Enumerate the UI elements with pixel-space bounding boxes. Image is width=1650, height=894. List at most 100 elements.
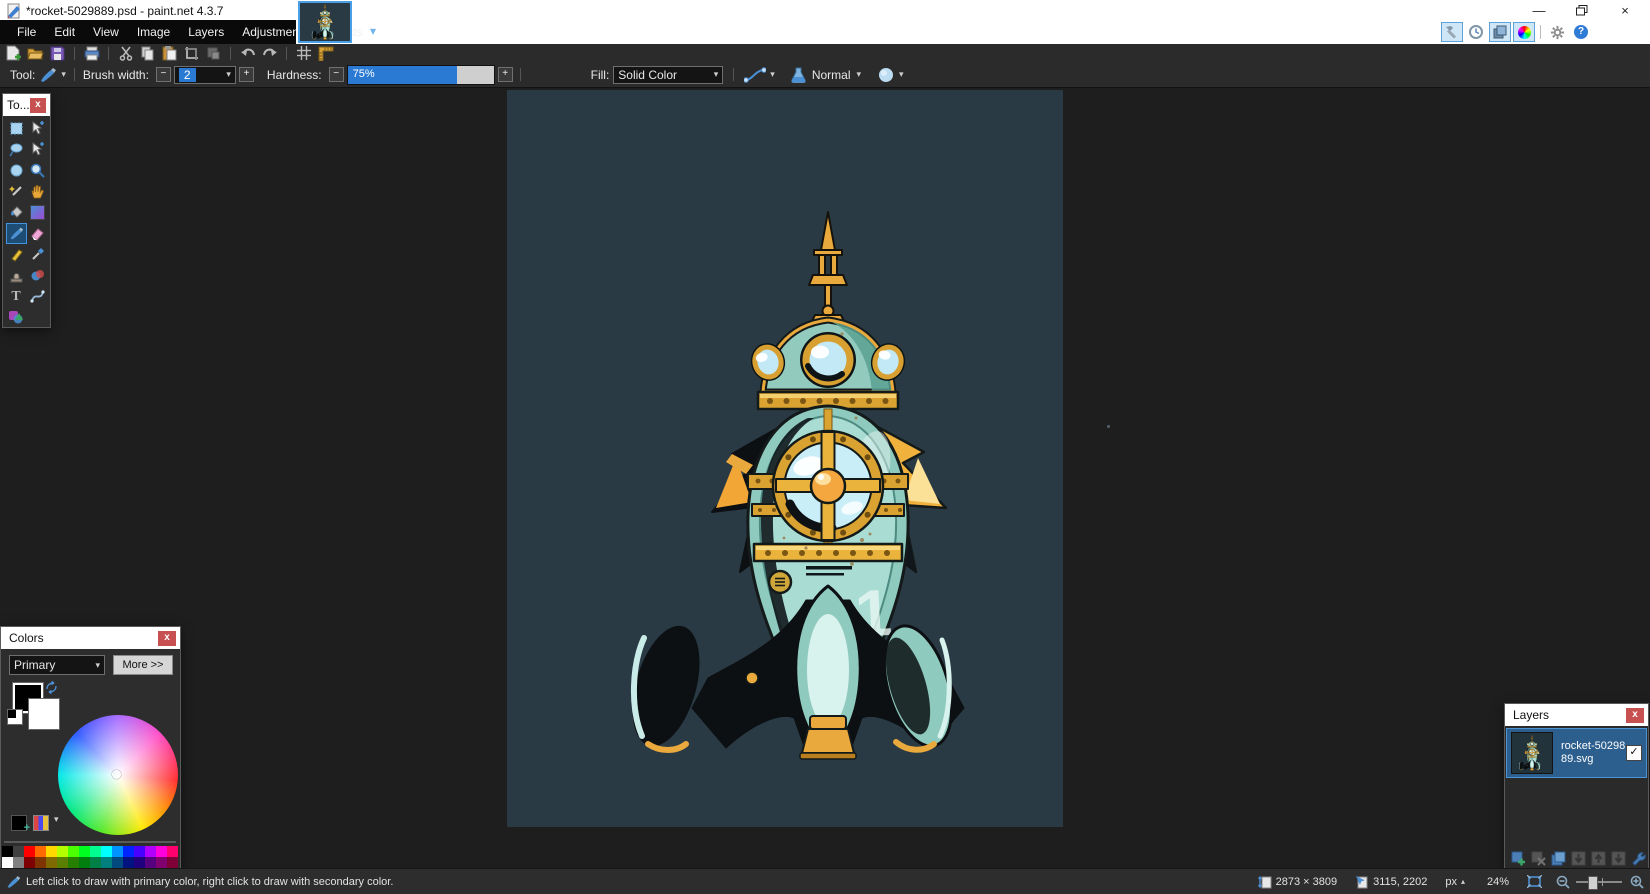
palette-swatch[interactable]	[46, 846, 57, 857]
print-button[interactable]	[82, 45, 101, 62]
open-button[interactable]	[26, 45, 45, 62]
add-layer-button[interactable]	[1509, 850, 1527, 867]
tool-move-selected-pixels[interactable]	[27, 118, 48, 139]
palette-swatch[interactable]	[112, 857, 123, 868]
redo-button[interactable]	[260, 45, 279, 62]
copy-button[interactable]	[138, 45, 157, 62]
palette-swatch[interactable]	[90, 846, 101, 857]
settings-button[interactable]	[1546, 22, 1568, 42]
palette-swatch[interactable]	[167, 857, 178, 868]
palette-swatch[interactable]	[167, 846, 178, 857]
palette-swatch[interactable]	[35, 846, 46, 857]
brush-width-increase-button[interactable]: +	[239, 67, 254, 82]
palette-swatch[interactable]	[57, 846, 68, 857]
colors-panel-button[interactable]	[1513, 22, 1535, 42]
palette-swatch[interactable]	[57, 857, 68, 868]
palette-swatch[interactable]	[13, 857, 24, 868]
fill-style-combobox[interactable]: Solid Color ▾	[613, 66, 723, 84]
undo-button[interactable]	[238, 45, 257, 62]
tool-pencil[interactable]	[6, 244, 27, 265]
palette-swatch[interactable]	[90, 857, 101, 868]
tool-lasso-select[interactable]	[6, 139, 27, 160]
tool-eraser[interactable]	[27, 223, 48, 244]
palette-swatch[interactable]	[79, 846, 90, 857]
zoom-fit-button[interactable]	[1527, 875, 1542, 888]
palette-menu-caret[interactable]: ▾	[54, 814, 59, 825]
grid-toggle-button[interactable]	[294, 45, 313, 62]
zoom-level[interactable]: 24%	[1487, 876, 1509, 888]
tool-paintbrush[interactable]	[6, 223, 27, 244]
tool-recolor[interactable]	[27, 265, 48, 286]
new-button[interactable]	[4, 45, 23, 62]
color-mode-caret[interactable]: ▾	[89, 660, 100, 671]
palette-swatch[interactable]	[145, 857, 156, 868]
layers-panel-button[interactable]	[1489, 22, 1511, 42]
colors-window-titlebar[interactable]: Colors x	[1, 627, 180, 649]
tab-list-chevron-icon[interactable]: ▾	[370, 24, 376, 38]
tool-pan[interactable]	[27, 181, 48, 202]
palette-swatch[interactable]	[112, 846, 123, 857]
secondary-color-swatch[interactable]	[29, 699, 59, 729]
zoom-slider[interactable]	[1576, 881, 1622, 883]
blend-mode-flask-icon[interactable]	[791, 67, 806, 83]
add-color-button[interactable]: +	[11, 815, 27, 831]
palette-swatch[interactable]	[123, 846, 134, 857]
brush-width-caret[interactable]: ▾	[220, 69, 231, 80]
paste-button[interactable]	[160, 45, 179, 62]
help-button[interactable]: ?	[1570, 22, 1592, 42]
palette-swatch[interactable]	[2, 857, 13, 868]
tool-line-curve[interactable]	[27, 286, 48, 307]
color-wheel-selector[interactable]	[112, 770, 121, 779]
palette-swatch[interactable]	[101, 857, 112, 868]
zoom-out-button[interactable]	[1556, 875, 1570, 889]
palette-swatch[interactable]	[13, 846, 24, 857]
palette-menu-icon[interactable]	[33, 815, 49, 831]
tool-move-selection[interactable]	[27, 139, 48, 160]
palette-swatch[interactable]	[68, 857, 79, 868]
image-tab[interactable]	[298, 1, 352, 43]
palette-swatch[interactable]	[123, 857, 134, 868]
save-button[interactable]	[48, 45, 67, 62]
palette-swatch[interactable]	[156, 846, 167, 857]
layers-window-titlebar[interactable]: Layers x	[1505, 704, 1648, 726]
tool-paint-bucket[interactable]	[6, 202, 27, 223]
palette-swatch[interactable]	[134, 846, 145, 857]
tool-zoom[interactable]	[27, 160, 48, 181]
layer-row[interactable]: rocket-5029889.svg ✓	[1506, 728, 1647, 778]
layer-properties-button[interactable]	[1629, 850, 1647, 867]
canvas[interactable]	[507, 90, 1063, 827]
tool-shapes[interactable]	[6, 307, 27, 328]
tool-gradient[interactable]	[27, 202, 48, 223]
menu-item-view[interactable]: View	[84, 25, 128, 39]
tool-magic-wand[interactable]	[6, 181, 27, 202]
history-button[interactable]	[1465, 22, 1487, 42]
blend-mode-caret[interactable]: ▾	[857, 69, 862, 80]
crop-button[interactable]	[182, 45, 201, 62]
move-layer-down-button[interactable]	[1609, 850, 1627, 867]
tools-window-close-button[interactable]: x	[30, 98, 46, 113]
layer-visibility-checkbox[interactable]: ✓	[1626, 745, 1642, 761]
hardness-increase-button[interactable]: +	[498, 67, 513, 82]
delete-layer-button[interactable]	[1529, 850, 1547, 867]
tool-color-picker[interactable]	[27, 244, 48, 265]
color-mode-combobox[interactable]: Primary ▾	[9, 655, 105, 675]
menu-item-edit[interactable]: Edit	[45, 25, 84, 39]
antialiasing-icon[interactable]	[744, 67, 766, 83]
brush-width-decrease-button[interactable]: −	[156, 67, 171, 82]
tools-hammer-button[interactable]	[1441, 22, 1463, 42]
palette-swatch[interactable]	[145, 846, 156, 857]
close-button[interactable]: ×	[1608, 2, 1642, 20]
palette-swatch[interactable]	[2, 846, 13, 857]
hardness-slider[interactable]: 75%	[347, 65, 495, 85]
palette-swatch[interactable]	[35, 857, 46, 868]
palette-swatch[interactable]	[24, 846, 35, 857]
cut-button[interactable]	[116, 45, 135, 62]
merge-down-button[interactable]	[1569, 850, 1587, 867]
brush-width-combobox[interactable]: 2 ▾	[174, 66, 236, 84]
brush-smoothing-caret[interactable]: ▾	[899, 69, 904, 80]
tool-ellipse-select[interactable]	[6, 160, 27, 181]
reset-colors-swatch[interactable]	[7, 709, 23, 725]
palette-swatch[interactable]	[68, 846, 79, 857]
palette-swatch[interactable]	[46, 857, 57, 868]
tool-dropdown-caret[interactable]: ▾	[61, 69, 66, 80]
